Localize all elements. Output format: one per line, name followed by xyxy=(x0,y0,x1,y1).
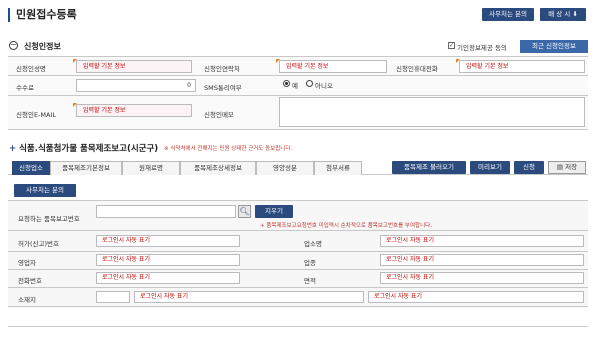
sms-yes-radio[interactable] xyxy=(283,80,290,87)
tab-basic-info[interactable]: 품목제조기본정보 xyxy=(50,161,122,175)
sms-no-radio[interactable] xyxy=(306,80,313,87)
sms-no-label: 아니오 xyxy=(315,82,333,90)
applicant-section-title: 신청인정보 xyxy=(24,42,61,51)
sms-yes-label: 예 xyxy=(292,82,298,90)
email-label: 신청인E-MAIL xyxy=(16,111,56,119)
page-title: 민원접수등록 xyxy=(8,8,77,22)
fee-label: 수수료 xyxy=(16,84,34,92)
recent-applicant-button[interactable]: 최근 신청인정보 xyxy=(520,40,588,53)
business-name-value: 로그인시 자동 표기 xyxy=(380,235,584,247)
business-type-label: 업종 xyxy=(304,259,316,267)
report-number-label: 요청하는 품목보고번호 xyxy=(18,215,80,223)
sms-label: SMS통리여부 xyxy=(204,84,242,92)
owner-value: 로그인시 자동 표기 xyxy=(96,254,240,266)
zipcode-field[interactable] xyxy=(96,291,130,303)
business-name-label: 업소명 xyxy=(304,240,322,248)
search-icon[interactable]: 🔍︎ xyxy=(238,205,251,218)
header-first-button[interactable]: 사무처는 분의 xyxy=(482,8,534,21)
applicant-mobile-input[interactable]: 입력할 기본 정보 xyxy=(459,60,585,73)
tab-detail-info[interactable]: 품목제조상세정보 xyxy=(180,161,256,175)
email-input[interactable]: 입력할 기본 정보 xyxy=(76,104,192,117)
tel-value: 로그인시 자동 표기 xyxy=(96,272,240,284)
address-label: 소재지 xyxy=(18,296,36,304)
privacy-label: 기인정보제공 동의 xyxy=(457,44,507,52)
address-value-1: 로그인시 자동 표기 xyxy=(134,291,364,303)
applicant-mobile-label: 신청인휴대전화 xyxy=(396,65,438,73)
apply-button[interactable]: 신청 xyxy=(514,161,544,174)
sub-action-button[interactable]: 사무처는 분의 xyxy=(14,184,76,197)
area-label: 면적 xyxy=(304,277,316,285)
memo-textarea[interactable] xyxy=(279,97,585,127)
report-note: ※ 식약처에서 전해지는 민원 상태한 근거도 동보립니다. xyxy=(164,146,293,152)
business-type-value: 로그인시 자동 표기 xyxy=(380,254,584,266)
owner-label: 영업자 xyxy=(18,259,36,267)
download-button[interactable]: 배 상 시 ⬇ xyxy=(540,8,586,21)
license-value: 로그인시 자동 표기 xyxy=(96,235,240,247)
report-number-input[interactable] xyxy=(96,205,236,218)
tel-label: 전화번호 xyxy=(18,277,42,285)
report-section-title: + 식품.식품첨가물 품목제조보고(시군구) xyxy=(9,144,159,154)
clear-button[interactable]: 지우기 xyxy=(255,205,293,218)
applicant-phone-input[interactable]: 입력할 기본 정보 xyxy=(279,60,387,73)
area-value: 로그인시 자동 표기 xyxy=(380,272,584,284)
save-button[interactable]: ▤ 저장 xyxy=(548,161,586,174)
tab-ingredients[interactable]: 원재료명 xyxy=(122,161,180,175)
report-number-hint: + 품목제조보고요청번호 미입력시 순차적으로 품목보고번호를 부여합니다. xyxy=(260,223,432,229)
applicant-name-label: 신청인성명 xyxy=(16,65,46,73)
load-product-button[interactable]: 품목제조 불러오기 xyxy=(392,161,466,174)
tab-nutrition[interactable]: 영양성분 xyxy=(256,161,314,175)
tab-attachments[interactable]: 첨부서류 xyxy=(314,161,362,175)
fee-input[interactable]: 0 xyxy=(76,79,196,92)
save-icon: ▤ xyxy=(556,163,566,171)
address-value-2: 로그인시 자동 표기 xyxy=(368,291,584,303)
memo-label: 신청인메모 xyxy=(204,111,234,119)
tab-applicant-business[interactable]: 신청업소 xyxy=(12,161,50,175)
applicant-phone-label: 신청인연락처 xyxy=(204,65,240,73)
privacy-checkbox[interactable]: ✓ xyxy=(448,42,455,49)
license-label: 허가(신고)번호 xyxy=(18,240,59,248)
preview-button[interactable]: 미리보기 xyxy=(470,161,510,174)
applicant-name-input[interactable]: 입력할 기본 정보 xyxy=(76,60,192,73)
collapse-icon[interactable]: − xyxy=(9,41,18,50)
